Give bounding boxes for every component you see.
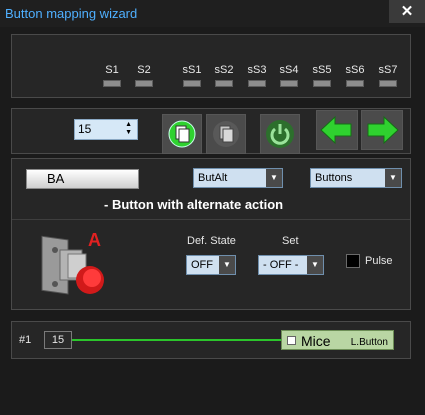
slot-indicator bbox=[215, 80, 233, 87]
slot-indicator bbox=[379, 80, 397, 87]
mapping-checkbox[interactable] bbox=[287, 336, 296, 345]
chevron-down-icon[interactable]: ▼ bbox=[219, 256, 235, 274]
def-state-label: Def. State bbox=[187, 235, 236, 247]
previous-button[interactable] bbox=[316, 110, 358, 150]
slot-indicator bbox=[135, 80, 153, 87]
slot-label: sS1 bbox=[182, 64, 202, 76]
def-state-value: OFF bbox=[191, 259, 213, 271]
pulse-label: Pulse bbox=[365, 255, 393, 267]
type-dropdown[interactable]: ButAlt ▼ bbox=[193, 168, 283, 188]
copy-icon bbox=[168, 120, 196, 148]
state-badge: A bbox=[88, 230, 101, 250]
chevron-down-icon[interactable]: ▼ bbox=[266, 169, 282, 187]
slot-indicator bbox=[183, 80, 201, 87]
mapping-device: Mice bbox=[301, 333, 331, 349]
reset-button[interactable] bbox=[260, 114, 300, 154]
def-state-dropdown[interactable]: OFF ▼ bbox=[186, 255, 236, 275]
mapping-line bbox=[72, 339, 282, 341]
slot-indicator bbox=[103, 80, 121, 87]
mapping-button: L.Button bbox=[350, 337, 388, 348]
paste-icon bbox=[213, 121, 239, 147]
slot-label: S2 bbox=[137, 64, 151, 76]
set-dropdown[interactable]: - OFF - ▼ bbox=[258, 255, 324, 275]
slot-indicator bbox=[346, 80, 364, 87]
chevron-down-icon[interactable]: ▼ bbox=[385, 169, 401, 187]
spinner-value: 15 bbox=[78, 122, 92, 136]
reset-icon bbox=[266, 120, 294, 148]
window-title: Button mapping wizard bbox=[5, 6, 138, 21]
slot-label: sS2 bbox=[214, 64, 234, 76]
slot-label: sS6 bbox=[345, 64, 365, 76]
category-dropdown-value: Buttons bbox=[315, 172, 353, 184]
slot-label: sS3 bbox=[247, 64, 267, 76]
button-type-label[interactable]: BA bbox=[26, 169, 139, 189]
paste-button[interactable] bbox=[206, 114, 246, 154]
action-description: - Button with alternate action bbox=[104, 197, 284, 212]
category-dropdown[interactable]: Buttons ▼ bbox=[310, 168, 402, 188]
mapping-index: #1 bbox=[19, 334, 32, 346]
title-bar: Button mapping wizard ✕ bbox=[0, 0, 425, 27]
number-spinner[interactable]: 15 ▲ ▼ bbox=[74, 119, 138, 140]
arrow-right-icon bbox=[367, 115, 399, 145]
spinner-arrows-icon[interactable]: ▲ ▼ bbox=[125, 121, 132, 137]
mice-mapping[interactable]: Mice L.Button bbox=[281, 330, 394, 350]
slot-indicator bbox=[248, 80, 266, 87]
pulse-checkbox[interactable] bbox=[346, 254, 360, 268]
slot-indicator bbox=[313, 80, 331, 87]
close-button[interactable]: ✕ bbox=[389, 0, 425, 23]
slot-label: sS7 bbox=[378, 64, 398, 76]
next-button[interactable] bbox=[361, 110, 403, 150]
slot-indicator bbox=[280, 80, 298, 87]
slot-label: S1 bbox=[105, 64, 119, 76]
slot-label: sS4 bbox=[279, 64, 299, 76]
set-value: - OFF - bbox=[263, 259, 299, 271]
type-dropdown-value: ButAlt bbox=[198, 172, 228, 184]
separator bbox=[12, 219, 410, 220]
arrow-left-icon bbox=[320, 115, 352, 145]
set-label: Set bbox=[282, 235, 299, 247]
slot-label: sS5 bbox=[312, 64, 332, 76]
chevron-down-icon[interactable]: ▼ bbox=[307, 256, 323, 274]
copy-button[interactable] bbox=[162, 114, 202, 154]
mapping-value: 15 bbox=[44, 331, 72, 349]
